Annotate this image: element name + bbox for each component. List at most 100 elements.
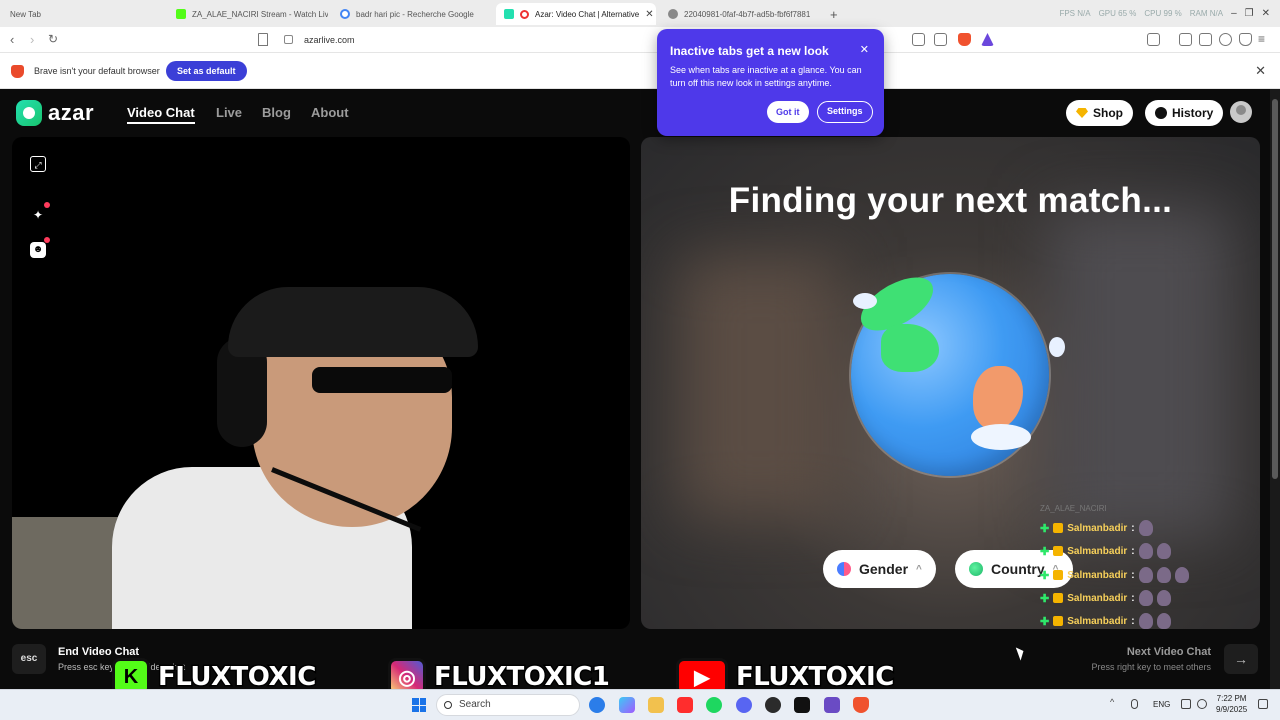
nav-live[interactable]: Live [216, 105, 242, 120]
nav-video-chat[interactable]: Video Chat [127, 105, 195, 124]
popup-close-icon[interactable]: ✕ [860, 43, 869, 56]
got-it-button[interactable]: Got it [767, 101, 809, 123]
tab-title: badr hari pic - Recherche Google [356, 9, 474, 19]
clock-date: 9/9/2025 [1216, 705, 1248, 714]
windows-start-icon[interactable] [412, 698, 426, 712]
brave-rewards-icon[interactable] [981, 33, 994, 46]
globe-favicon-icon [668, 9, 678, 19]
url-text: azarlive.com [304, 35, 355, 45]
share-icon[interactable] [934, 33, 947, 46]
globe-small-icon [969, 562, 983, 576]
copilot-app-icon[interactable] [619, 697, 635, 713]
menu-icon[interactable]: ≡ [1258, 32, 1265, 46]
gender-icon [837, 562, 851, 576]
emote-icon [1156, 543, 1171, 559]
scrollbar-thumb[interactable] [1272, 99, 1278, 479]
history-button[interactable]: History [1145, 100, 1224, 126]
nav-blog[interactable]: Blog [262, 105, 291, 120]
site-info-icon[interactable] [284, 35, 293, 44]
brave-app-icon[interactable] [853, 697, 869, 713]
expand-icon[interactable]: ⤢ [30, 156, 46, 172]
gpu-stat: GPU 65 % [1098, 9, 1137, 18]
shop-button[interactable]: Shop [1066, 100, 1133, 126]
avatar[interactable] [1230, 101, 1252, 123]
sticker-icon[interactable]: ☻ [30, 242, 46, 258]
edge-app-icon[interactable] [589, 697, 605, 713]
kick-username: FLUXTOXIC [157, 661, 318, 694]
cpu-stat: CPU 99 % [1144, 9, 1182, 18]
language-indicator[interactable]: ENG [1153, 700, 1170, 709]
logo-text: azar [48, 100, 95, 125]
brave-lion-icon [11, 65, 24, 78]
taskbar-clock[interactable]: 7:22 PM 9/9/2025 [1216, 693, 1247, 715]
infobar-message: Brave isn't your default browser [34, 66, 160, 76]
tab-title: New Tab [10, 9, 41, 19]
infobar-close-icon[interactable]: ✕ [1255, 63, 1266, 79]
default-browser-infobar: Brave isn't your default browser Set as … [0, 53, 1280, 89]
kick-favicon-icon [176, 9, 186, 19]
network-icon[interactable] [1181, 699, 1191, 709]
nav-about[interactable]: About [311, 105, 349, 120]
volume-icon[interactable] [1197, 699, 1207, 709]
chat-message: ✚ Salmanbadir: [1040, 612, 1171, 630]
notification-center-icon[interactable] [1258, 699, 1268, 709]
country-label: Country [991, 561, 1045, 577]
app-icon[interactable] [824, 697, 840, 713]
instagram-username: FLUXTOXIC1 [432, 661, 611, 694]
gender-filter-button[interactable]: Gender ^ [823, 550, 936, 588]
notification-dot [44, 202, 50, 208]
tray-overflow-icon[interactable]: ^ [1110, 697, 1120, 707]
tab-azar[interactable]: Azar: Video Chat | Alternative ✕ [496, 3, 656, 25]
spotify-app-icon[interactable] [706, 697, 722, 713]
chat-badge-icon [1053, 546, 1064, 556]
bookmark-icon[interactable] [258, 33, 268, 46]
back-icon[interactable]: ‹ [10, 32, 14, 47]
sidebar-icon[interactable] [1179, 33, 1192, 46]
end-chat-key-button[interactable]: esc [12, 644, 46, 674]
end-video-chat-title: End Video Chat [58, 646, 140, 658]
popup-settings-button[interactable]: Settings [817, 101, 873, 123]
youtube-app-icon[interactable] [677, 697, 693, 713]
plus-icon: ✚ [1040, 615, 1050, 628]
shop-label: Shop [1093, 106, 1123, 120]
reload-icon[interactable]: ↻ [48, 32, 58, 46]
chat-username: Salmanbadir [1067, 569, 1128, 581]
cloud-icon [1049, 337, 1065, 357]
close-tab-icon[interactable]: ✕ [645, 9, 653, 20]
forward-icon[interactable]: › [30, 32, 34, 47]
taskbar-search-box[interactable]: Search [436, 694, 580, 716]
tab-kick-stream[interactable]: ZA_ALAE_NACIRI Stream - Watch Live [168, 3, 328, 25]
wallet-icon[interactable] [1199, 33, 1212, 46]
azar-logo-mark-icon [16, 100, 42, 126]
tab-new-tab[interactable]: New Tab [2, 3, 162, 25]
leo-ai-icon[interactable] [1219, 33, 1232, 46]
tab-search-icon[interactable] [1147, 33, 1160, 46]
tab-guid[interactable]: 22040981-0faf-4b7f-ad5b-fbf6f7881 [660, 3, 820, 25]
cast-icon[interactable] [912, 33, 925, 46]
chat-message: ✚ Salmanbadir: [1040, 542, 1171, 560]
close-window-icon[interactable]: ✕ [1262, 8, 1270, 19]
minimize-icon[interactable]: – [1231, 8, 1237, 19]
azar-logo[interactable]: azar [16, 100, 94, 126]
obs-app-icon[interactable] [765, 697, 781, 713]
sparkle-effects-icon[interactable]: ✦ [30, 207, 46, 223]
new-tab-button[interactable]: + [822, 3, 844, 25]
restore-icon[interactable]: ❐ [1245, 8, 1254, 19]
brave-shields-icon[interactable] [958, 33, 971, 46]
gem-icon [1076, 108, 1088, 118]
set-as-default-button[interactable]: Set as default [166, 61, 247, 81]
file-explorer-app-icon[interactable] [648, 697, 664, 713]
discord-app-icon[interactable] [736, 697, 752, 713]
emote-icon [1138, 590, 1153, 606]
emote-icon [1156, 613, 1171, 629]
chat-username: Salmanbadir [1067, 522, 1128, 534]
vpn-icon[interactable] [1239, 33, 1252, 46]
tab-google-search[interactable]: badr hari pic - Recherche Google [332, 3, 492, 25]
plus-icon: + [830, 6, 838, 22]
cloud-icon [853, 293, 877, 309]
terminal-app-icon[interactable] [794, 697, 810, 713]
microphone-icon[interactable] [1131, 699, 1138, 709]
next-chat-arrow-button[interactable]: → [1224, 644, 1258, 674]
google-favicon-icon [340, 9, 350, 19]
page-scrollbar[interactable] [1270, 89, 1280, 689]
